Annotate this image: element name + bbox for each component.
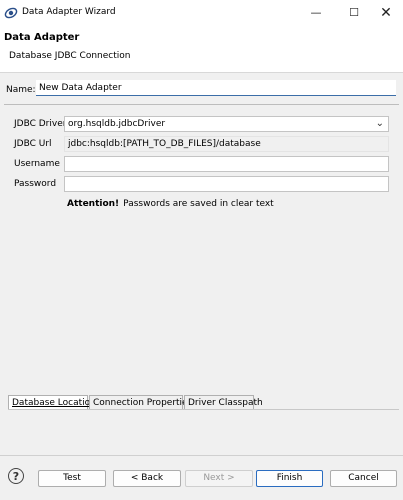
minimize-button[interactable]: — bbox=[298, 0, 334, 26]
maximize-button[interactable]: ☐ bbox=[336, 0, 372, 26]
finish-button[interactable]: Finish bbox=[256, 470, 323, 487]
username-field[interactable] bbox=[64, 156, 389, 172]
help-icon[interactable]: ? bbox=[8, 468, 24, 484]
back-button[interactable]: < Back bbox=[113, 470, 181, 487]
cancel-button[interactable]: Cancel bbox=[330, 470, 397, 487]
attention-strong: Attention! bbox=[67, 199, 120, 209]
jdbc-url-field[interactable]: jdbc:hsqldb:[PATH_TO_DB_FILES]/database bbox=[64, 136, 389, 152]
page-subtitle: Database JDBC Connection bbox=[9, 51, 131, 61]
app-logo-icon bbox=[4, 6, 18, 20]
divider bbox=[4, 104, 399, 105]
attention-note: Attention! Passwords are saved in clear t… bbox=[67, 199, 274, 209]
tab-connection-properties[interactable]: Connection Properties bbox=[89, 395, 192, 409]
tab-divider bbox=[8, 409, 399, 410]
button-bar-divider bbox=[0, 455, 403, 456]
jdbc-driver-value: org.hsqldb.jdbcDriver bbox=[68, 119, 166, 129]
name-label: Name: bbox=[6, 85, 36, 95]
tab-database-location[interactable]: Database Location bbox=[8, 395, 96, 409]
close-button[interactable]: ✕ bbox=[368, 0, 403, 26]
attention-text: Passwords are saved in clear text bbox=[123, 199, 274, 209]
next-button[interactable]: Next > bbox=[185, 470, 253, 487]
jdbc-driver-select[interactable]: org.hsqldb.jdbcDriver ⌄ bbox=[64, 116, 389, 132]
chevron-down-icon[interactable]: ⌄ bbox=[376, 117, 384, 131]
test-button[interactable]: Test bbox=[38, 470, 106, 487]
window-titlebar: Data Adapter Wizard — ☐ ✕ bbox=[0, 0, 403, 26]
tab-driver-classpath[interactable]: Driver Classpath bbox=[184, 395, 263, 409]
password-label: Password bbox=[14, 179, 57, 189]
jdbc-url-value: jdbc:hsqldb:[PATH_TO_DB_FILES]/database bbox=[68, 139, 261, 149]
window-title: Data Adapter Wizard bbox=[22, 7, 116, 17]
jdbc-driver-label: JDBC Driver bbox=[14, 119, 67, 129]
wizard-header: Data Adapter Database JDBC Connection bbox=[0, 26, 403, 73]
name-input[interactable] bbox=[36, 80, 396, 96]
page-title: Data Adapter bbox=[4, 32, 80, 43]
username-label: Username bbox=[14, 159, 60, 169]
password-field[interactable] bbox=[64, 176, 389, 192]
jdbc-url-label: JDBC Url bbox=[14, 139, 52, 149]
